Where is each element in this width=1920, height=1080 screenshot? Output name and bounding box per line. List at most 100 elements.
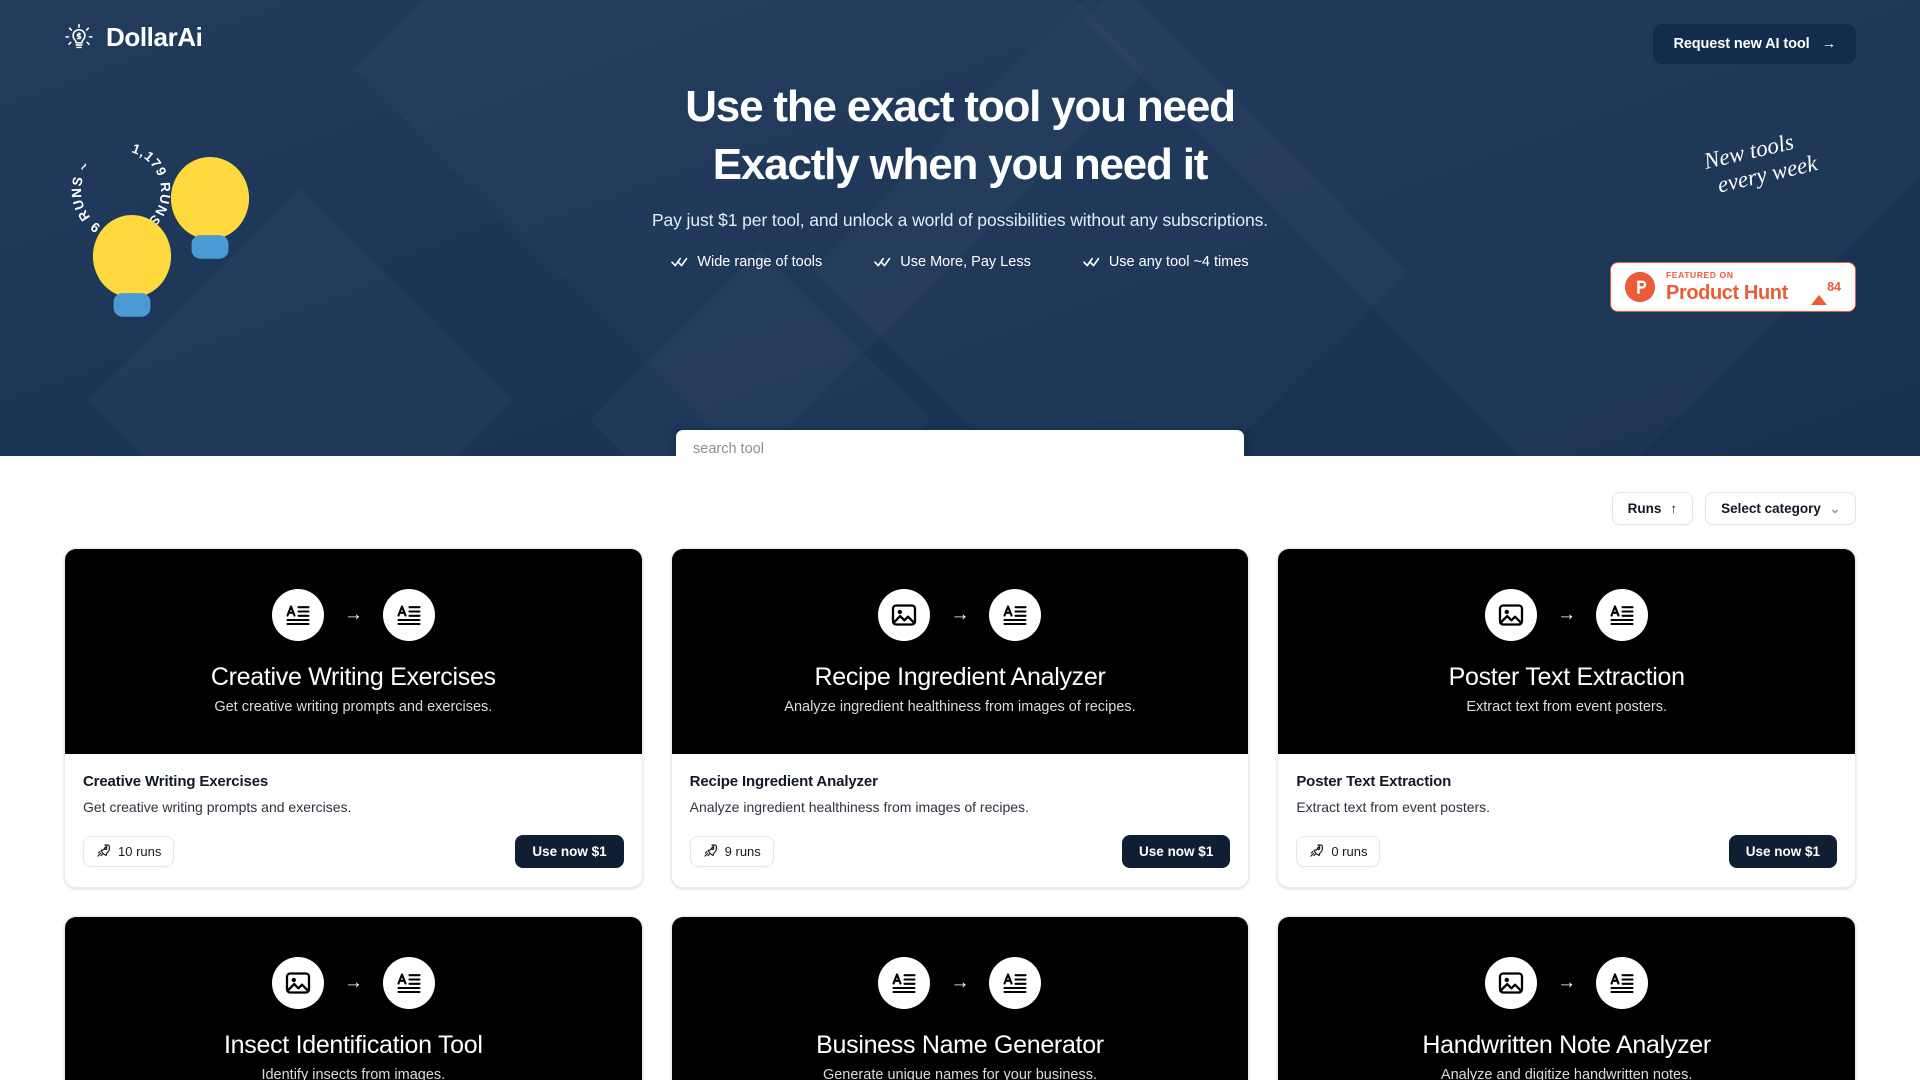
tools-grid: → Creative Writing Exercises Get creativ…	[64, 548, 1856, 1080]
tool-card-thumbnail: → Creative Writing Exercises Get creativ…	[65, 549, 642, 754]
tool-card[interactable]: → Poster Text Extraction Extract text fr…	[1277, 548, 1856, 888]
feature-label: Use More, Pay Less	[900, 254, 1031, 271]
tool-title: Poster Text Extraction	[1296, 773, 1452, 790]
tool-icon-row: →	[1485, 956, 1649, 1009]
tool-card[interactable]: → Creative Writing Exercises Get creativ…	[64, 548, 643, 888]
text-icon	[1596, 956, 1649, 1009]
tool-card[interactable]: → Business Name Generator Generate uniqu…	[670, 916, 1250, 1080]
search-input[interactable]	[674, 428, 1246, 456]
product-hunt-name: Product Hunt	[1666, 281, 1788, 304]
arrow-up-icon: ↑	[1670, 501, 1678, 516]
thumbnail-subtitle: Analyze and digitize handwritten notes.	[1440, 1066, 1693, 1080]
text-icon	[1596, 588, 1649, 641]
tools-section: Runs ↑ Select category ⌄ → Creative Writ…	[0, 456, 1920, 1080]
request-button-label: Request new AI tool	[1673, 36, 1810, 52]
brand-name: DollarAi	[106, 22, 203, 52]
tool-card[interactable]: → Insect Identification Tool Identify in…	[64, 916, 643, 1080]
thumbnail-title: Recipe Ingredient Analyzer	[814, 662, 1106, 691]
brand-logo[interactable]: DollarAi	[64, 22, 203, 53]
tool-card-thumbnail: → Business Name Generator Generate uniqu…	[671, 917, 1249, 1080]
tool-card-body: Creative Writing Exercises Get creative …	[65, 754, 642, 887]
runs-count: 9 runs	[724, 844, 761, 859]
hero-section: DollarAi Request new AI tool → 1,179 RUN…	[0, 0, 1920, 456]
arrow-right-icon: →	[343, 972, 363, 993]
image-icon	[1485, 588, 1538, 641]
tool-icon-row: →	[878, 956, 1042, 1009]
tool-card[interactable]: → Recipe Ingredient Analyzer Analyze ing…	[670, 548, 1250, 888]
arrow-right-icon: →	[950, 972, 970, 993]
tool-card-body: Recipe Ingredient Analyzer Analyze ingre…	[672, 754, 1249, 887]
image-icon	[1485, 956, 1538, 1009]
product-hunt-logo-icon	[1625, 272, 1655, 302]
tool-title: Recipe Ingredient Analyzer	[689, 773, 878, 790]
arrow-right-icon: →	[1557, 972, 1577, 993]
arrow-right-icon: →	[1557, 604, 1577, 625]
text-icon	[382, 588, 435, 641]
filter-bar: Runs ↑ Select category ⌄	[64, 456, 1856, 525]
lightbulb-dollar-icon	[64, 23, 94, 53]
feature-item: Wide range of tools	[671, 254, 822, 270]
double-check-icon	[874, 256, 891, 268]
hero-headline-line2: Exactly when you need it	[712, 140, 1209, 190]
arrow-right-icon: →	[343, 604, 363, 625]
tool-card[interactable]: → Handwritten Note Analyzer Analyze and …	[1277, 916, 1856, 1080]
rocket-icon	[96, 843, 111, 861]
thumbnail-subtitle: Get creative writing prompts and exercis…	[214, 698, 493, 715]
thumbnail-subtitle: Generate unique names for your business.	[822, 1066, 1098, 1080]
thumbnail-title: Business Name Generator	[816, 1030, 1104, 1059]
sort-label: Runs	[1627, 501, 1662, 516]
rocket-icon	[1309, 843, 1324, 861]
hero-subheadline: Pay just $1 per tool, and unlock a world…	[651, 210, 1269, 231]
sort-by-runs-button[interactable]: Runs ↑	[1611, 492, 1694, 525]
hero-copy: Use the exact tool you need Exactly when…	[0, 78, 1920, 270]
arrow-right-icon: →	[1821, 36, 1837, 52]
feature-label: Use any tool ~4 times	[1108, 254, 1249, 271]
use-now-button[interactable]: Use now $1	[1728, 835, 1837, 868]
product-hunt-vote[interactable]: 84	[1805, 278, 1841, 305]
tool-icon-row: →	[1485, 588, 1649, 641]
use-now-button[interactable]: Use now $1	[515, 835, 624, 868]
tool-card-footer: 9 runs Use now $1	[689, 835, 1231, 868]
request-new-ai-tool-button[interactable]: Request new AI tool →	[1653, 24, 1856, 64]
tool-description: Analyze ingredient healthiness from imag…	[689, 799, 1029, 815]
tool-card-body: Poster Text Extraction Extract text from…	[1278, 754, 1855, 887]
runs-pill[interactable]: 10 runs	[83, 836, 175, 867]
image-icon	[271, 956, 324, 1009]
runs-pill[interactable]: 0 runs	[1296, 836, 1381, 867]
thumbnail-subtitle: Identify insects from images.	[261, 1066, 446, 1080]
category-label: Select category	[1721, 501, 1821, 516]
tool-card-footer: 0 runs Use now $1	[1296, 835, 1837, 868]
runs-count: 10 runs	[118, 844, 162, 859]
feature-item: Use More, Pay Less	[874, 254, 1031, 270]
feature-item: Use any tool ~4 times	[1083, 254, 1249, 270]
runs-count: 0 runs	[1331, 844, 1368, 859]
tool-icon-row: →	[271, 588, 435, 641]
runs-pill[interactable]: 9 runs	[689, 836, 774, 867]
use-now-button[interactable]: Use now $1	[1122, 835, 1231, 868]
tool-card-thumbnail: → Insect Identification Tool Identify in…	[65, 917, 642, 1080]
tool-description: Extract text from event posters.	[1296, 799, 1491, 815]
double-check-icon	[1083, 256, 1100, 268]
text-icon	[989, 588, 1042, 641]
feature-label: Wide range of tools	[697, 254, 823, 271]
thumbnail-subtitle: Extract text from event posters.	[1466, 698, 1667, 715]
text-icon	[382, 956, 435, 1009]
product-hunt-featured-label: FEATURED ON	[1666, 270, 1734, 281]
tool-card-footer: 10 runs Use now $1	[83, 835, 624, 868]
text-icon	[878, 956, 931, 1009]
tool-card-thumbnail: → Poster Text Extraction Extract text fr…	[1278, 549, 1855, 754]
search-container	[674, 428, 1246, 456]
thumbnail-title: Poster Text Extraction	[1448, 662, 1685, 691]
upvote-triangle-icon	[1811, 278, 1828, 305]
thumbnail-title: Insect Identification Tool	[224, 1030, 483, 1059]
tool-icon-row: →	[878, 588, 1042, 641]
product-hunt-vote-count: 84	[1827, 280, 1841, 294]
thumbnail-title: Handwritten Note Analyzer	[1422, 1030, 1711, 1059]
thumbnail-title: Creative Writing Exercises	[210, 662, 496, 691]
image-icon	[878, 588, 931, 641]
chevron-down-icon: ⌄	[1829, 501, 1840, 516]
arrow-right-icon: →	[950, 604, 970, 625]
select-category-dropdown[interactable]: Select category ⌄	[1705, 492, 1856, 525]
thumbnail-subtitle: Analyze ingredient healthiness from imag…	[784, 698, 1136, 715]
product-hunt-badge[interactable]: FEATURED ON Product Hunt 84	[1610, 262, 1856, 312]
